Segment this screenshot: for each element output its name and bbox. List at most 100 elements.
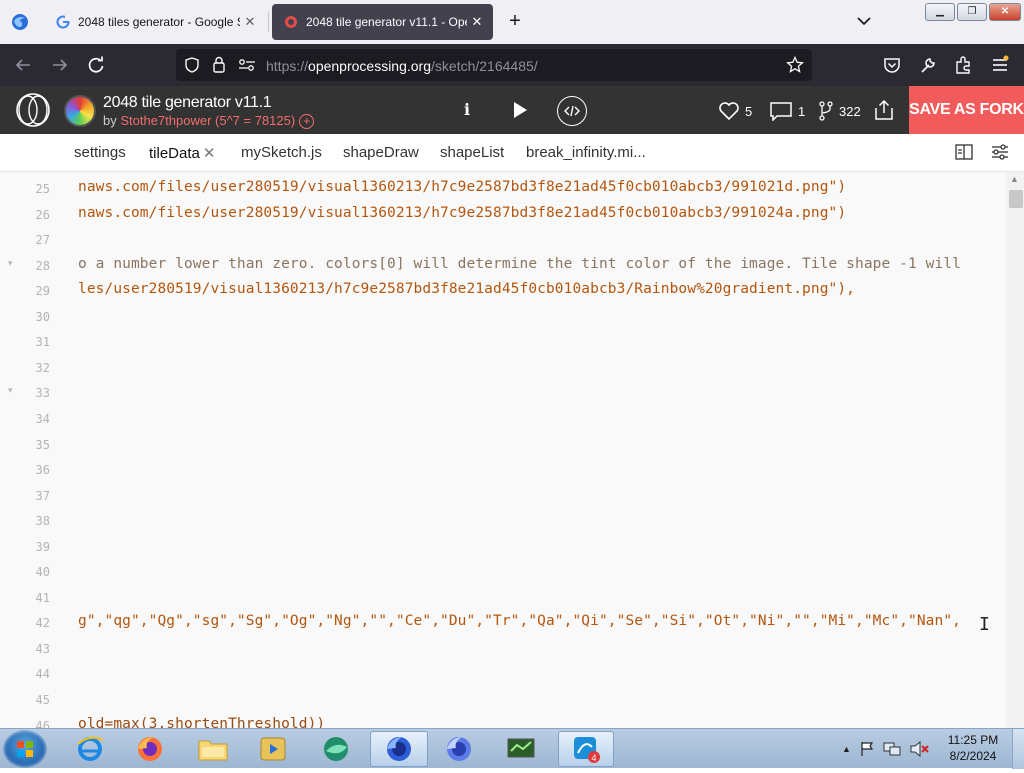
code-editor[interactable]: 25 naws.com/files/user280519/visual136021… <box>0 172 1024 728</box>
code-line[interactable]: 38 <box>0 509 1006 533</box>
code-line[interactable]: 36 <box>0 458 1006 482</box>
share-icon[interactable] <box>873 99 895 121</box>
tab-label: tileData <box>149 145 200 162</box>
code-line[interactable]: 34 <box>0 407 1006 431</box>
firefox-active-window-icon[interactable] <box>370 731 428 767</box>
system-clock[interactable]: 11:25 PM 8/2/2024 <box>940 732 1006 764</box>
code-line[interactable]: ▾ 33 <box>0 381 1006 405</box>
code-line[interactable]: 40 <box>0 560 1006 584</box>
wrench-icon[interactable] <box>917 54 939 76</box>
line-number: 32 <box>35 360 50 375</box>
tab-shapedraw[interactable]: shapeDraw <box>343 144 419 161</box>
code-line[interactable]: 26 naws.com/files/user280519/visual136021… <box>0 203 1006 227</box>
code-line[interactable]: 42 g","qg","Qg","sg","Sg","Og","Ng","","C… <box>0 611 1006 635</box>
back-icon[interactable] <box>12 54 34 76</box>
forward-icon[interactable] <box>49 54 71 76</box>
tab-tiledata[interactable]: tileData ✕ <box>149 144 215 162</box>
pocket-icon[interactable] <box>881 54 903 76</box>
settings-sliders-icon[interactable] <box>991 143 1009 161</box>
bookmark-star-icon[interactable] <box>786 56 804 74</box>
menu-icon[interactable] <box>989 54 1011 76</box>
code-line[interactable]: 39 <box>0 535 1006 559</box>
url-text[interactable]: https://openprocessing.org/sketch/216448… <box>266 58 538 74</box>
code-view-button[interactable] <box>557 96 587 126</box>
url-scheme: https:// <box>266 58 309 74</box>
code-line[interactable]: 44 <box>0 662 1006 686</box>
layout-icon[interactable] <box>955 144 973 160</box>
close-tab-icon[interactable]: ✕ <box>240 14 260 30</box>
line-number: 35 <box>35 437 50 452</box>
line-number: 36 <box>35 463 50 478</box>
firefox-dev-icon[interactable] <box>433 731 485 767</box>
code-line[interactable]: 37 <box>0 484 1006 508</box>
code-line[interactable]: 27 <box>0 228 1006 252</box>
code-line[interactable]: 32 <box>0 356 1006 380</box>
scrollbar-thumb[interactable] <box>1009 190 1023 208</box>
tab-openprocessing[interactable]: 2048 tile generator v11.1 - OpenProcessi… <box>272 4 493 40</box>
minimize-button[interactable]: ▁ <box>925 3 955 21</box>
comments-counter[interactable]: 1 <box>769 100 805 122</box>
line-number: 45 <box>35 693 50 707</box>
scroll-up-icon[interactable]: ▲ <box>1010 174 1019 184</box>
extensions-icon[interactable] <box>953 54 975 76</box>
tab-break-infinity[interactable]: break_infinity.mi... <box>526 144 646 161</box>
flag-icon[interactable] <box>859 741 875 757</box>
reload-icon[interactable] <box>85 54 107 76</box>
code-line[interactable]: ▾ 28 o a number lower than zero. colors[0]… <box>0 254 1006 278</box>
tab-settings[interactable]: settings <box>74 144 126 161</box>
info-button[interactable]: i <box>459 98 475 122</box>
start-button[interactable] <box>3 730 47 768</box>
code-line[interactable]: 43 <box>0 637 1006 661</box>
network-icon[interactable] <box>883 741 901 757</box>
code-line[interactable]: 35 <box>0 433 1006 457</box>
tab-mysketch[interactable]: mySketch.js <box>241 144 322 161</box>
editor-scrollbar[interactable]: ▲ <box>1006 172 1024 728</box>
code-text: old=max(3,shortenThreshold)) <box>78 715 326 728</box>
media-player-icon[interactable] <box>247 731 299 767</box>
volume-muted-icon[interactable] <box>909 741 929 757</box>
code-line[interactable]: 31 <box>0 330 1006 354</box>
file-explorer-icon[interactable] <box>187 731 239 767</box>
line-number: 39 <box>35 539 50 554</box>
likes-counter[interactable]: 5 <box>718 100 752 122</box>
close-file-tab-icon[interactable]: ✕ <box>203 145 216 162</box>
show-hidden-icons-icon[interactable]: ▲ <box>842 744 851 754</box>
maximize-button[interactable]: ❐ <box>957 3 987 21</box>
shield-icon[interactable] <box>184 57 200 73</box>
tab-google-search[interactable]: 2048 tiles generator - Google Search ✕ <box>44 4 266 40</box>
internet-explorer-icon[interactable] <box>64 731 116 767</box>
close-window-button[interactable]: ✕ <box>989 3 1021 21</box>
messenger-icon[interactable]: 4 <box>558 731 614 767</box>
network-app-icon[interactable] <box>495 731 547 767</box>
app-globe-icon[interactable] <box>310 731 362 767</box>
line-number: 26 <box>35 207 50 222</box>
author-avatar[interactable] <box>64 95 96 127</box>
author-link[interactable]: Stothe7thpower (5^7 = 78125) <box>120 113 295 128</box>
code-line[interactable]: 45 <box>0 688 1006 712</box>
chevron-down-icon[interactable] <box>854 11 874 31</box>
follow-plus-icon[interactable]: + <box>299 114 315 130</box>
play-icon[interactable] <box>511 100 529 120</box>
code-line[interactable]: 46 old=max(3,shortenThreshold)) <box>0 714 1006 728</box>
tab-label: break_infinity.mi... <box>526 144 646 161</box>
firefox-view-icon[interactable] <box>10 12 30 32</box>
new-tab-button[interactable]: + <box>504 10 526 34</box>
show-desktop-button[interactable] <box>1012 729 1024 769</box>
code-line[interactable]: 29 les/user280519/visual1360213/h7c9e2587… <box>0 279 1006 303</box>
forks-counter[interactable]: 322 <box>818 100 861 122</box>
address-bar[interactable]: https://openprocessing.org/sketch/216448… <box>176 49 812 81</box>
lock-icon[interactable] <box>212 56 226 73</box>
tab-shapelist[interactable]: shapeList <box>440 144 504 161</box>
close-tab-icon[interactable]: ✕ <box>467 14 487 30</box>
by-label: by <box>103 113 121 128</box>
code-line[interactable]: 41 <box>0 586 1006 610</box>
code-line[interactable]: 30 <box>0 305 1006 329</box>
code-line[interactable]: 25 naws.com/files/user280519/visual136021… <box>0 177 1006 201</box>
permissions-icon[interactable] <box>238 57 256 73</box>
openprocessing-logo-icon[interactable] <box>14 92 52 128</box>
likes-count: 5 <box>745 103 753 119</box>
firefox-taskbar-icon[interactable] <box>124 731 176 767</box>
openprocessing-favicon-icon <box>285 16 297 28</box>
save-as-fork-button[interactable]: SAVE AS FORK <box>909 86 1024 134</box>
line-number: 33 <box>35 386 50 401</box>
